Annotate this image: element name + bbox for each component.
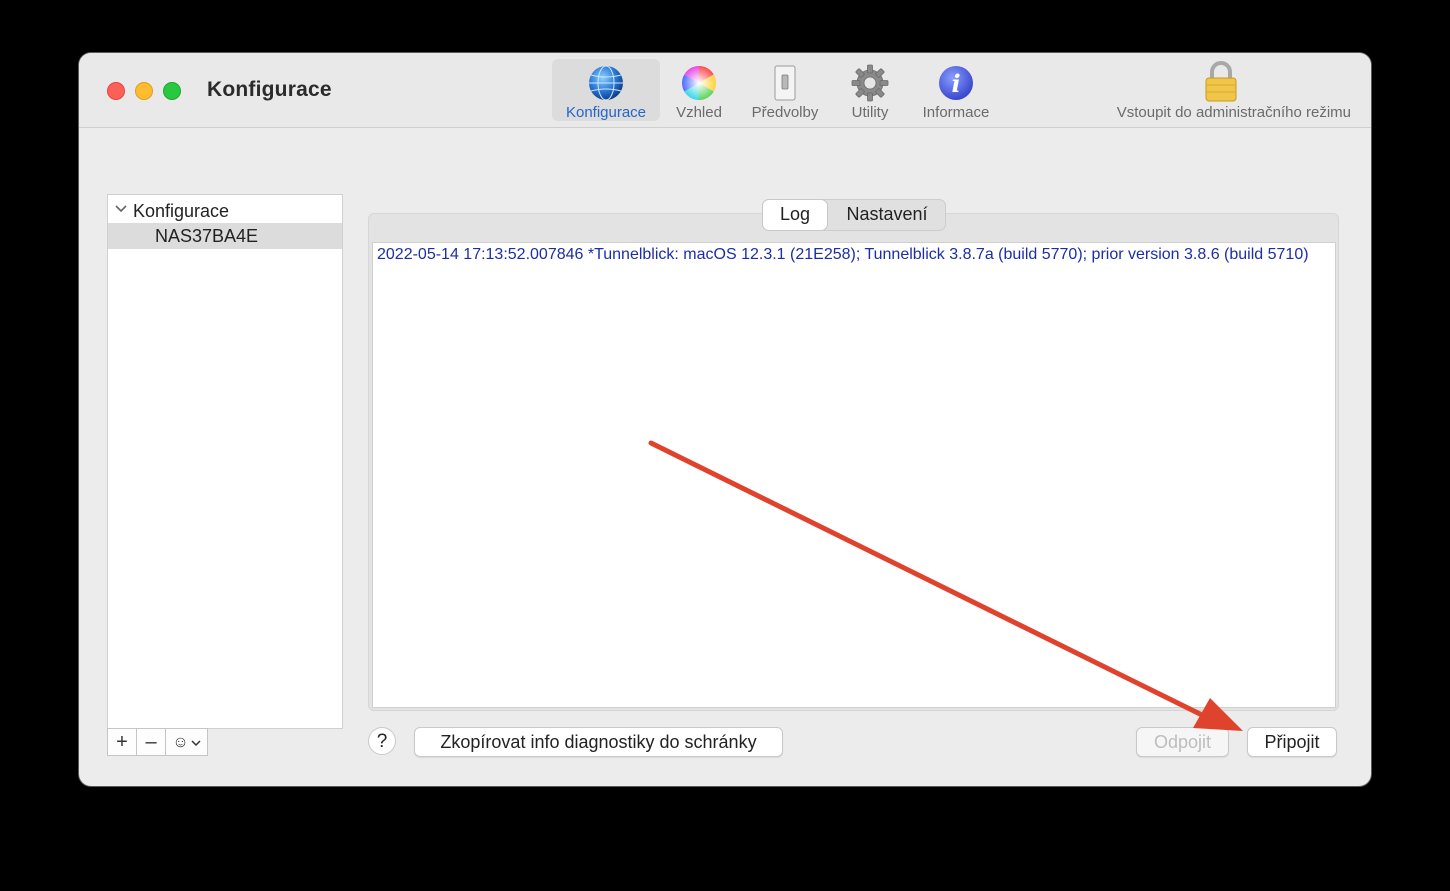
lock-icon[interactable]	[1203, 61, 1239, 103]
toolbar-label: Utility	[851, 104, 889, 121]
toolbar-konfigurace[interactable]: Konfigurace	[552, 59, 660, 121]
chevron-down-icon[interactable]	[114, 202, 128, 216]
configurations-list: Konfigurace NAS37BA4E	[107, 194, 343, 729]
log-text-area[interactable]: 2022-05-14 17:13:52.007846 *Tunnelblick:…	[372, 242, 1336, 708]
toolbar-label: Konfigurace	[565, 104, 647, 121]
close-window-button[interactable]	[107, 82, 125, 100]
disconnect-button[interactable]: Odpojit	[1136, 727, 1229, 757]
toolbar-utility[interactable]: Utility	[838, 59, 902, 121]
connect-button[interactable]: Připojit	[1247, 727, 1337, 757]
actions-icon: ☺	[172, 734, 189, 751]
gear-icon	[851, 64, 889, 102]
minimize-window-button[interactable]	[135, 82, 153, 100]
tab-nastaveni[interactable]: Nastavení	[829, 200, 945, 230]
toolbar-predvolby[interactable]: Předvolby	[744, 59, 826, 121]
svg-text:i: i	[951, 69, 960, 98]
toolbar-informace[interactable]: i Informace	[913, 59, 999, 121]
info-icon: i	[939, 66, 973, 100]
titlebar: Konfigurace Konfigurace Vzhled Předvolby…	[79, 53, 1371, 128]
copy-diagnostics-button[interactable]: Zkopírovat info diagnostiky do schránky	[414, 727, 783, 757]
toolbar-vzhled[interactable]: Vzhled	[667, 59, 731, 121]
main-window: Konfigurace Konfigurace Vzhled Předvolby…	[79, 53, 1371, 786]
help-button[interactable]: ?	[368, 727, 396, 755]
toolbar-label: Informace	[922, 104, 990, 121]
sidebar-group-konfigurace[interactable]: Konfigurace	[108, 200, 342, 224]
tab-log[interactable]: Log	[763, 200, 827, 230]
toolbar-label: Vzhled	[676, 104, 722, 121]
admin-mode-label[interactable]: Vstoupit do administračního režimu	[1117, 104, 1351, 121]
remove-configuration-button[interactable]: –	[136, 728, 166, 756]
actions-menu-button[interactable]: ☺	[165, 728, 208, 756]
toolbar-label: Předvolby	[751, 104, 819, 121]
log-entry: 2022-05-14 17:13:52.007846 *Tunnelblick:…	[377, 246, 1309, 263]
add-configuration-button[interactable]: +	[107, 728, 137, 756]
color-wheel-icon	[682, 66, 716, 100]
zoom-window-button[interactable]	[163, 82, 181, 100]
chevron-down-icon	[191, 740, 201, 747]
sidebar-group-label: Konfigurace	[133, 201, 230, 221]
sidebar-item-label: NAS37BA4E	[155, 226, 259, 246]
switch-icon	[774, 65, 796, 101]
window-title: Konfigurace	[207, 78, 332, 101]
tab-bar: Log Nastavení	[762, 199, 946, 231]
globe-icon	[589, 65, 623, 101]
sidebar-item-nas37ba4e[interactable]: NAS37BA4E	[108, 223, 342, 249]
